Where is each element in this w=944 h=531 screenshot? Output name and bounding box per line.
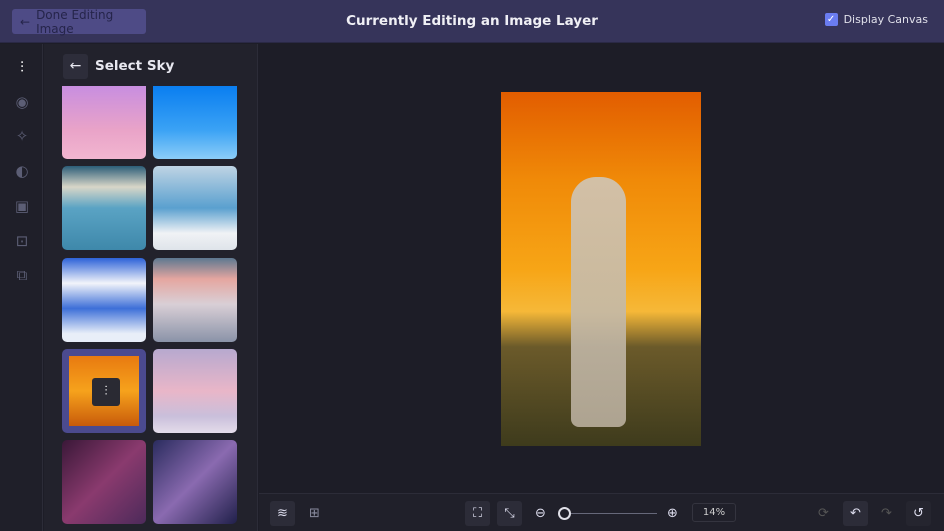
sky-thumb-pink-dusk[interactable]: [153, 349, 237, 433]
refresh-icon[interactable]: ⟳: [811, 501, 836, 526]
adjustments-icon[interactable]: ⫶: [92, 378, 120, 406]
canvas-image[interactable]: [501, 92, 701, 446]
mask-icon[interactable]: ⊡: [12, 231, 32, 251]
sky-panel: ← Select Sky ⫶: [44, 44, 258, 531]
sparkles-icon[interactable]: ✧: [12, 126, 32, 146]
layers-icon[interactable]: ≋: [270, 501, 295, 526]
back-button[interactable]: ←: [63, 54, 88, 79]
checkbox-checked-icon[interactable]: ✓: [824, 13, 838, 26]
sky-thumb-blue-cumulus[interactable]: [62, 258, 146, 342]
shrink-icon[interactable]: ⤡: [497, 501, 522, 526]
sky-thumb-sun-rays[interactable]: [62, 166, 146, 250]
sky-thumb-white-clouds[interactable]: [153, 166, 237, 250]
fit-screen-icon[interactable]: ⛶: [465, 501, 490, 526]
zoom-slider-handle[interactable]: [558, 507, 571, 520]
sky-thumb-galaxy[interactable]: [153, 440, 237, 524]
woman-figure: [571, 177, 626, 427]
arrow-left-icon: ←: [69, 58, 82, 74]
page-title: Currently Editing an Image Layer: [346, 13, 598, 29]
redo-icon[interactable]: ↷: [874, 501, 899, 526]
panel-title: Select Sky: [95, 58, 175, 74]
bottom-toolbar: ≋ ⊞ ⛶ ⤡ ⊖ ⊕ 14% ⟳ ↶ ↷ ↺: [259, 493, 944, 531]
eye-icon[interactable]: ◉: [12, 92, 32, 112]
sky-thumb-clear-blue[interactable]: [153, 86, 237, 159]
display-canvas-toggle[interactable]: ✓ Display Canvas: [824, 13, 928, 26]
overlay-icon[interactable]: ⧉: [12, 265, 32, 285]
frame-icon[interactable]: ▣: [12, 196, 32, 216]
grid-icon[interactable]: ⊞: [302, 501, 327, 526]
undo-icon[interactable]: ↶: [843, 501, 868, 526]
tool-rail: ⫶ ◉ ✧ ◐ ▣ ⊡ ⧉: [0, 44, 43, 531]
sky-thumb-pink-clouds[interactable]: [62, 86, 146, 159]
history-icon[interactable]: ↺: [906, 501, 931, 526]
top-bar: ← Done Editing Image Currently Editing an…: [0, 0, 944, 43]
adjustments-icon[interactable]: ⫶: [12, 57, 32, 77]
sky-thumb-cloud-sea[interactable]: [153, 258, 237, 342]
zoom-out-icon[interactable]: ⊖: [528, 501, 553, 526]
zoom-value[interactable]: 14%: [692, 503, 736, 522]
sky-thumb-lightning[interactable]: [62, 440, 146, 524]
zoom-in-icon[interactable]: ⊕: [660, 501, 685, 526]
palette-icon[interactable]: ◐: [12, 161, 32, 181]
zoom-slider[interactable]: [565, 513, 657, 514]
sky-thumb-sunset-selected[interactable]: ⫶: [62, 349, 146, 433]
